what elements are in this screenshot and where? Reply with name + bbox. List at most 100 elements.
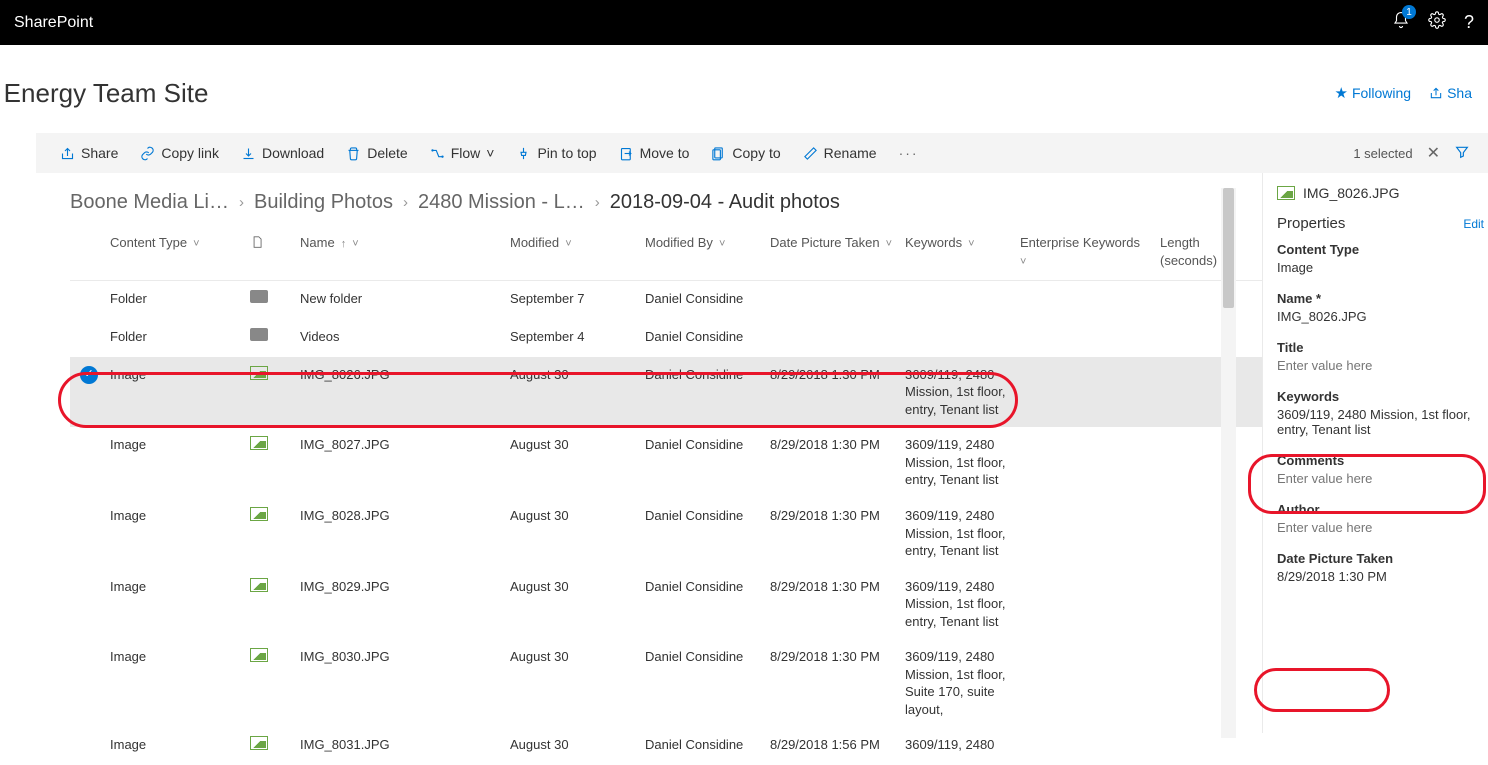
- table-row[interactable]: ImageIMG_8027.JPGAugust 30Daniel Considi…: [70, 427, 1262, 498]
- cell-modified: August 30: [510, 648, 645, 666]
- settings-icon[interactable]: [1428, 11, 1446, 34]
- prop-comments[interactable]: Comments Enter value here: [1277, 453, 1488, 486]
- more-button[interactable]: ···: [899, 145, 919, 161]
- breadcrumb-item[interactable]: Boone Media Li…: [70, 191, 229, 214]
- column-headers: Content Type ˅ Name ↑ ˅ Modified ˅ Modif…: [70, 228, 1262, 281]
- details-pane: IMG_8026.JPG Properties Edit Content Typ…: [1262, 173, 1488, 733]
- follow-button[interactable]: ★Following: [1334, 84, 1411, 102]
- cell-date-picture: 8/29/2018 1:30 PM: [770, 436, 905, 454]
- cell-name[interactable]: IMG_8030.JPG: [300, 648, 510, 666]
- download-button[interactable]: Download: [241, 145, 324, 161]
- pin-to-top-button[interactable]: Pin to top: [516, 145, 596, 161]
- share-button[interactable]: Share: [60, 145, 118, 161]
- image-icon: [250, 578, 300, 597]
- cell-modified-by: Daniel Considine: [645, 436, 770, 454]
- notif-badge: 1: [1402, 5, 1416, 19]
- properties-heading: Properties: [1277, 215, 1345, 232]
- breadcrumb-item[interactable]: 2480 Mission - L…: [418, 191, 585, 214]
- cell-keywords: 3609/119, 2480 Mission, 1st floor, entry…: [905, 436, 1020, 489]
- prop-name[interactable]: Name * IMG_8026.JPG: [1277, 291, 1488, 324]
- cell-date-picture: 8/29/2018 1:30 PM: [770, 648, 905, 666]
- clear-selection-button[interactable]: ✕: [1427, 143, 1440, 163]
- cell-modified: August 30: [510, 366, 645, 384]
- table-row[interactable]: ✓ImageIMG_8026.JPGAugust 30Daniel Consid…: [70, 357, 1262, 428]
- scrollbar[interactable]: [1221, 188, 1236, 738]
- cell-date-picture: 8/29/2018 1:30 PM: [770, 366, 905, 384]
- copy-link-button[interactable]: Copy link: [140, 145, 219, 161]
- flow-button[interactable]: Flow ˅: [430, 145, 495, 161]
- delete-button[interactable]: Delete: [346, 145, 407, 161]
- cell-modified-by: Daniel Considine: [645, 366, 770, 384]
- image-icon: [250, 366, 300, 385]
- cell-content-type: Folder: [110, 290, 250, 308]
- chevron-down-icon: ˅: [486, 145, 494, 161]
- table-row[interactable]: ImageIMG_8030.JPGAugust 30Daniel Considi…: [70, 639, 1262, 727]
- folder-icon: [250, 328, 300, 346]
- cell-name[interactable]: IMG_8031.JPG: [300, 736, 510, 754]
- selection-count: 1 selected: [1353, 146, 1412, 161]
- cell-name[interactable]: IMG_8026.JPG: [300, 366, 510, 384]
- move-to-button[interactable]: Move to: [619, 145, 690, 161]
- image-icon: [250, 736, 300, 755]
- cell-content-type: Image: [110, 736, 250, 754]
- cell-name[interactable]: Videos: [300, 328, 510, 346]
- app-name[interactable]: SharePoint: [14, 14, 93, 32]
- folder-icon: [250, 290, 300, 308]
- chevron-right-icon: ›: [239, 194, 244, 211]
- cell-modified: August 30: [510, 436, 645, 454]
- sort-up-icon: ↑: [338, 238, 347, 250]
- rename-button[interactable]: Rename: [803, 145, 877, 161]
- prop-content-type[interactable]: Content Type Image: [1277, 242, 1488, 275]
- cell-name[interactable]: New folder: [300, 290, 510, 308]
- table-row[interactable]: FolderVideosSeptember 4Daniel Considine: [70, 319, 1262, 357]
- col-content-type[interactable]: Content Type ˅: [110, 234, 250, 252]
- breadcrumb: Boone Media Li… › Building Photos › 2480…: [36, 173, 1262, 228]
- site-header: e Energy Team Site ★Following Sha: [0, 45, 1488, 133]
- edit-all-button[interactable]: Edit: [1463, 217, 1484, 231]
- col-ent-keywords[interactable]: Enterprise Keywords ˅: [1020, 234, 1160, 270]
- chevron-down-icon: ˅: [1020, 256, 1026, 268]
- cell-date-picture: 8/29/2018 1:56 PM: [770, 736, 905, 754]
- cell-modified-by: Daniel Considine: [645, 290, 770, 308]
- image-icon: [250, 436, 300, 455]
- table-row[interactable]: ImageIMG_8029.JPGAugust 30Daniel Considi…: [70, 569, 1262, 640]
- col-modified[interactable]: Modified ˅: [510, 234, 645, 252]
- filter-icon[interactable]: [1454, 144, 1470, 163]
- col-keywords[interactable]: Keywords ˅: [905, 234, 1020, 252]
- copy-to-button[interactable]: Copy to: [711, 145, 780, 161]
- cell-modified-by: Daniel Considine: [645, 328, 770, 346]
- chevron-down-icon: ˅: [883, 238, 892, 250]
- cell-date-picture: 8/29/2018 1:30 PM: [770, 507, 905, 525]
- col-modified-by[interactable]: Modified By ˅: [645, 234, 770, 252]
- prop-author[interactable]: Author Enter value here: [1277, 502, 1488, 535]
- table-row[interactable]: ImageIMG_8031.JPGAugust 30Daniel Considi…: [70, 727, 1262, 765]
- chevron-down-icon: ˅: [716, 238, 725, 250]
- notifications-icon[interactable]: 1: [1392, 11, 1410, 34]
- details-file-title: IMG_8026.JPG: [1277, 185, 1488, 201]
- share-site-button[interactable]: Sha: [1429, 85, 1472, 101]
- breadcrumb-current: 2018-09-04 - Audit photos: [610, 191, 840, 214]
- prop-title[interactable]: Title Enter value here: [1277, 340, 1488, 373]
- cell-modified-by: Daniel Considine: [645, 507, 770, 525]
- row-selected-check-icon[interactable]: ✓: [80, 366, 98, 384]
- site-title: e Energy Team Site: [0, 78, 208, 109]
- chevron-right-icon: ›: [595, 194, 600, 211]
- image-icon: [250, 648, 300, 667]
- cell-keywords: 3609/119, 2480 Mission, 1st floor, entry…: [905, 366, 1020, 419]
- cell-name[interactable]: IMG_8028.JPG: [300, 507, 510, 525]
- cell-content-type: Image: [110, 578, 250, 596]
- prop-date-picture[interactable]: Date Picture Taken 8/29/2018 1:30 PM: [1277, 551, 1488, 584]
- cell-date-picture: 8/29/2018 1:30 PM: [770, 578, 905, 596]
- cell-name[interactable]: IMG_8027.JPG: [300, 436, 510, 454]
- help-icon[interactable]: ?: [1464, 12, 1474, 33]
- table-row[interactable]: FolderNew folderSeptember 7Daniel Consid…: [70, 281, 1262, 319]
- cell-content-type: Image: [110, 507, 250, 525]
- chevron-down-icon: ˅: [349, 238, 358, 250]
- table-row[interactable]: ImageIMG_8028.JPGAugust 30Daniel Considi…: [70, 498, 1262, 569]
- col-type-icon[interactable]: [250, 234, 300, 255]
- cell-name[interactable]: IMG_8029.JPG: [300, 578, 510, 596]
- breadcrumb-item[interactable]: Building Photos: [254, 191, 393, 214]
- col-date-picture[interactable]: Date Picture Taken ˅: [770, 234, 905, 252]
- col-name[interactable]: Name ↑ ˅: [300, 234, 510, 252]
- prop-keywords[interactable]: Keywords 3609/119, 2480 Mission, 1st flo…: [1277, 389, 1488, 437]
